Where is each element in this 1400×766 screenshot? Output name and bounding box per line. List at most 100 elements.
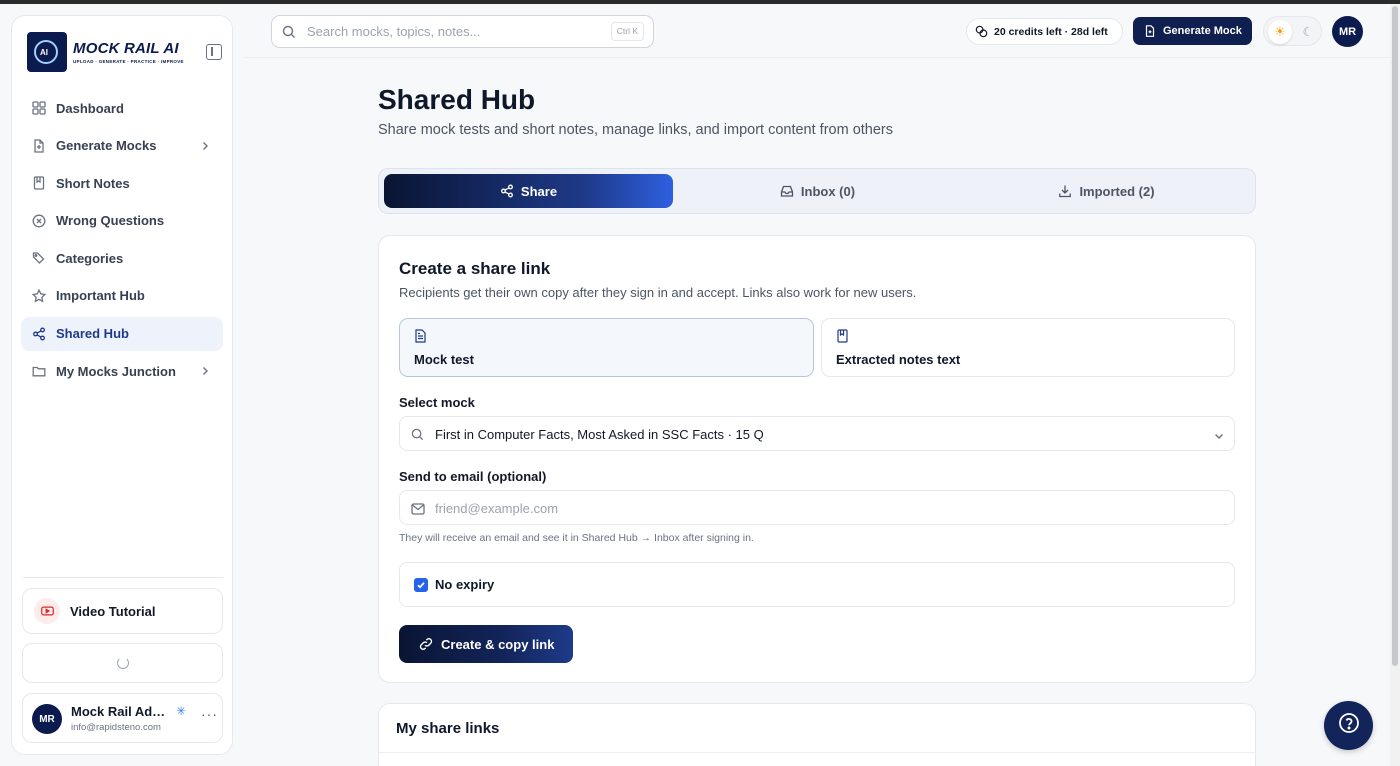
no-expiry-checkbox[interactable] [414,578,428,592]
email-placeholder: friend@example.com [435,501,559,516]
my-share-links-card: My share links [378,703,1256,766]
create-copy-link-button[interactable]: Create & copy link [399,625,573,663]
help-button[interactable] [1324,701,1373,750]
file-plus-icon [1144,25,1156,37]
chevron-down-icon [1213,429,1225,441]
credits-text: 20 credits left · 28d left [994,25,1108,38]
folder-icon [32,364,46,378]
credits-badge[interactable]: 20 credits left · 28d left [966,18,1123,45]
no-expiry-label: No expiry [435,577,495,592]
user-card[interactable]: MR Mock Rail Admin info@rapidsteno.com ✳… [22,693,223,743]
type-option-label: Mock test [414,352,474,367]
mock-select-value: First in Computer Facts, Most Asked in S… [435,427,764,442]
sun-icon[interactable]: ☀ [1268,20,1292,44]
chevron-right-icon [199,140,211,152]
youtube-icon [34,598,60,624]
profile-avatar[interactable]: MR [1332,16,1363,47]
sidebar-item-important-hub[interactable]: Important Hub [21,279,223,313]
type-option-mock-test[interactable]: Mock test [399,318,814,377]
sidebar-item-my-mocks-junction[interactable]: My Mocks Junction [21,354,223,388]
video-tutorial-button[interactable]: Video Tutorial [22,588,223,634]
moon-icon[interactable]: ☾ [1298,22,1318,42]
sidebar-item-short-notes[interactable]: Short Notes [21,166,223,200]
tab-share[interactable]: Share [384,174,673,208]
scrollbar-thumb[interactable] [1392,6,1398,666]
loading-card [22,643,223,683]
tab-label: Inbox (0) [800,183,856,199]
sidebar-item-label: Dashboard [56,100,124,116]
inbox-icon [780,184,794,198]
sidebar-item-label: Wrong Questions [56,213,165,229]
notebook-icon [32,176,46,190]
notebook-icon [836,329,849,343]
sidebar-item-label: Generate Mocks [56,138,157,154]
file-icon [32,138,46,153]
link-icon [419,637,433,651]
sidebar-item-categories[interactable]: Categories [21,241,223,275]
top-bar: Search mocks, topics, notes... Ctrl K 20… [244,4,1390,58]
sidebar-item-label: My Mocks Junction [56,363,176,379]
tags-icon [32,251,46,265]
logo-badge: AI [40,48,48,57]
share-icon [32,327,46,341]
chevron-right-icon [199,365,211,377]
coins-icon [975,25,988,38]
sidebar-item-generate-mocks[interactable]: Generate Mocks [21,129,223,163]
sidebar-divider [23,577,223,578]
email-field[interactable]: friend@example.com [399,490,1235,525]
mail-icon [411,502,425,515]
logo-mark-icon: AI [27,32,67,72]
search-placeholder: Search mocks, topics, notes... [307,24,481,39]
spinner-icon [116,657,129,669]
user-email: info@rapidsteno.com [71,722,161,733]
create-copy-link-label: Create & copy link [441,636,555,652]
generate-mock-button[interactable]: Generate Mock [1133,17,1252,45]
card-description: Recipients get their own copy after they… [399,285,917,300]
mock-select[interactable]: First in Computer Facts, Most Asked in S… [399,416,1235,451]
brand-logo[interactable]: AI MOCK RAIL AI UPLOAD · GENERATE · PRAC… [27,32,185,72]
tab-inbox[interactable]: Inbox (0) [673,174,962,208]
help-icon [1338,712,1360,739]
sidebar-item-label: Important Hub [56,288,145,304]
tab-label: Share [520,183,558,199]
email-label: Send to email (optional) [399,469,547,484]
my-share-links-title: My share links [396,720,500,737]
sidebar-nav: Dashboard Generate Mocks Short Notes Wro… [21,91,223,392]
logo-row: AI MOCK RAIL AI UPLOAD · GENERATE · PRAC… [27,32,222,72]
card-title: Create a share link [399,259,551,278]
type-option-label: Extracted notes text [836,352,961,367]
x-circle-icon [32,214,46,228]
more-options-icon[interactable]: ··· [201,706,218,722]
sidebar-item-wrong-questions[interactable]: Wrong Questions [21,204,223,238]
tab-label: Imported (2) [1079,183,1155,199]
create-share-link-card: Create a share link Recipients get their… [378,235,1256,683]
user-name: Mock Rail Admin [71,704,171,719]
generate-mock-label: Generate Mock [1163,25,1242,37]
share-icon [500,184,514,198]
section-divider [379,752,1255,753]
sidebar-collapse-icon[interactable] [206,44,222,60]
theme-toggle[interactable]: ☀ ☾ [1263,16,1322,46]
star-icon [32,288,46,303]
type-option-extracted-notes[interactable]: Extracted notes text [821,318,1235,377]
no-expiry-row[interactable]: No expiry [399,562,1235,607]
grid-icon [32,101,46,115]
sparkle-icon: ✳ [176,704,187,718]
sidebar-item-label: Short Notes [56,175,130,191]
download-icon [1058,184,1072,198]
brand-tagline: UPLOAD · GENERATE · PRACTICE · IMPROVE [73,59,184,64]
page-title: Shared Hub [378,84,536,115]
video-tutorial-label: Video Tutorial [70,603,156,619]
avatar: MR [32,704,62,734]
tab-imported[interactable]: Imported (2) [962,174,1251,208]
email-hint: They will receive an email and see it in… [399,532,754,544]
select-mock-label: Select mock [399,395,475,410]
sidebar-item-shared-hub[interactable]: Shared Hub [21,316,223,351]
search-icon [282,25,296,39]
search-input[interactable]: Search mocks, topics, notes... Ctrl K [271,15,654,48]
search-shortcut-badge: Ctrl K [610,22,644,41]
sidebar-item-dashboard[interactable]: Dashboard [21,91,223,125]
tab-bar: Share Inbox (0) Imported (2) [378,168,1256,214]
sidebar-item-label: Shared Hub [56,326,129,342]
page-subtitle: Share mock tests and short notes, manage… [378,122,894,138]
